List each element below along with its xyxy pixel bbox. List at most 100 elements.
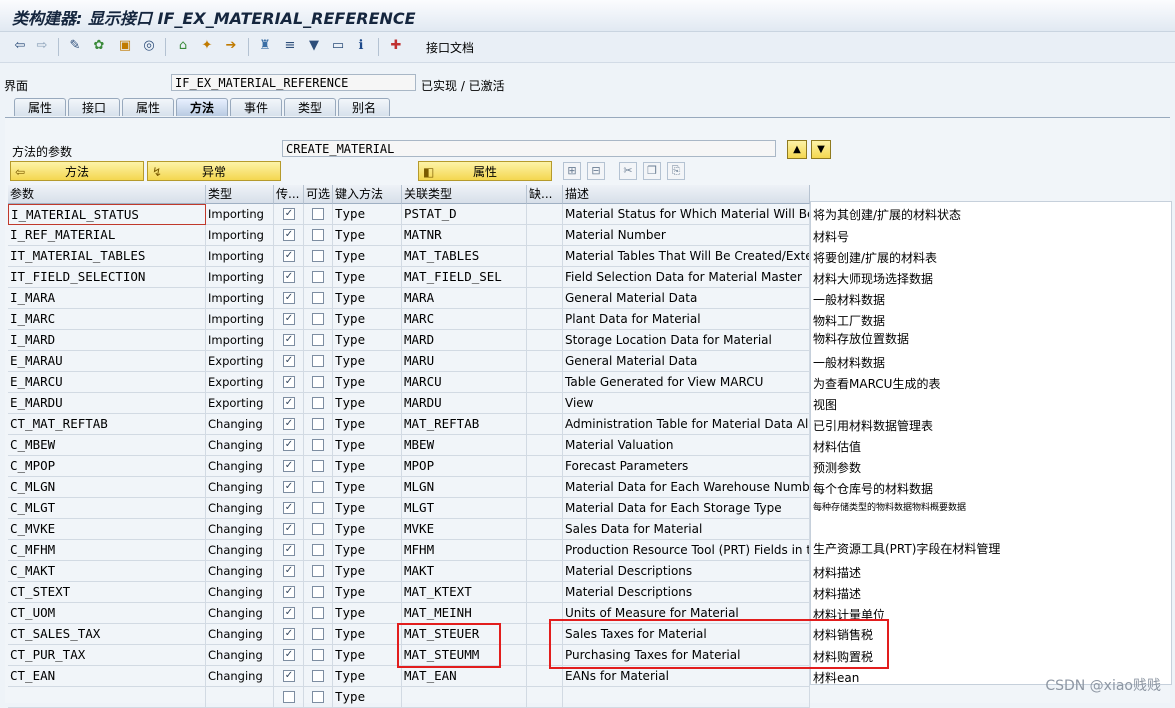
param-cell[interactable]: C_MFHM bbox=[8, 540, 206, 561]
param-cell[interactable]: CT_STEXT bbox=[8, 582, 206, 603]
tab-attributes[interactable]: 属性 bbox=[14, 98, 66, 116]
table-row[interactable]: C_MLGN Changing ✓ Type MLGN Material Data for… bbox=[8, 477, 810, 498]
description-cell[interactable]: Administration Table for Material Data A… bbox=[563, 414, 810, 435]
cut-icon[interactable]: ✂ bbox=[619, 162, 637, 180]
copy-icon[interactable]: ❐ bbox=[643, 162, 661, 180]
info-icon[interactable]: ℹ bbox=[352, 37, 370, 55]
pass-by-value-checkbox[interactable]: ✓ bbox=[283, 229, 295, 241]
type-cell[interactable]: Changing bbox=[206, 540, 274, 561]
optional-checkbox[interactable] bbox=[312, 208, 324, 220]
ref-type-cell[interactable]: MARD bbox=[402, 330, 527, 351]
optional-checkbox[interactable] bbox=[312, 292, 324, 304]
typing-cell[interactable]: Type bbox=[333, 267, 402, 288]
tab-events[interactable]: 事件 bbox=[230, 98, 282, 116]
param-cell[interactable]: C_MLGN bbox=[8, 477, 206, 498]
table-row[interactable]: C_MFHM Changing ✓ Type MFHM Production Resour… bbox=[8, 540, 810, 561]
ref-type-cell[interactable]: MARC bbox=[402, 309, 527, 330]
optional-checkbox[interactable] bbox=[312, 250, 324, 262]
typing-cell[interactable]: Type bbox=[333, 477, 402, 498]
param-cell[interactable]: C_MPOP bbox=[8, 456, 206, 477]
typing-cell[interactable]: Type bbox=[333, 540, 402, 561]
table-row[interactable]: C_MAKT Changing ✓ Type MAKT Material Descript… bbox=[8, 561, 810, 582]
param-cell[interactable]: I_MARC bbox=[8, 309, 206, 330]
default-cell[interactable] bbox=[527, 351, 563, 372]
type-cell[interactable]: Changing bbox=[206, 645, 274, 666]
ref-type-cell[interactable]: MAT_TABLES bbox=[402, 246, 527, 267]
optional-checkbox[interactable] bbox=[312, 397, 324, 409]
param-cell[interactable]: I_MATERIAL_STATUS bbox=[8, 204, 206, 225]
param-cell[interactable]: C_MAKT bbox=[8, 561, 206, 582]
type-cell[interactable]: Changing bbox=[206, 435, 274, 456]
col-header-typing-method[interactable]: 键入方法 bbox=[333, 185, 402, 204]
typing-cell[interactable]: Type bbox=[333, 561, 402, 582]
ref-type-cell[interactable]: MARCU bbox=[402, 372, 527, 393]
methods-button[interactable]: ⇦ 方法 bbox=[10, 161, 144, 181]
optional-checkbox[interactable] bbox=[312, 565, 324, 577]
default-cell[interactable] bbox=[527, 393, 563, 414]
optional-checkbox[interactable] bbox=[312, 481, 324, 493]
forward-icon[interactable]: ⇨ bbox=[33, 37, 51, 55]
default-cell[interactable] bbox=[527, 477, 563, 498]
default-cell[interactable] bbox=[527, 267, 563, 288]
param-cell[interactable] bbox=[8, 687, 206, 708]
tab-types[interactable]: 类型 bbox=[284, 98, 336, 116]
activate-icon[interactable]: ▣ bbox=[116, 37, 134, 55]
default-cell[interactable] bbox=[527, 330, 563, 351]
typing-cell[interactable]: Type bbox=[333, 288, 402, 309]
table-row[interactable]: E_MARDU Exporting ✓ Type MARDU View bbox=[8, 393, 810, 414]
typing-cell[interactable]: Type bbox=[333, 666, 402, 687]
type-cell[interactable]: Importing bbox=[206, 288, 274, 309]
type-cell[interactable]: Exporting bbox=[206, 393, 274, 414]
type-cell[interactable]: Changing bbox=[206, 477, 274, 498]
optional-checkbox[interactable] bbox=[312, 649, 324, 661]
table-row[interactable]: CT_STEXT Changing ✓ Type MAT_KTEXT Material D… bbox=[8, 582, 810, 603]
ref-type-cell[interactable]: MARDU bbox=[402, 393, 527, 414]
param-cell[interactable]: IT_FIELD_SELECTION bbox=[8, 267, 206, 288]
typing-cell[interactable]: Type bbox=[333, 645, 402, 666]
ref-type-cell[interactable]: MATNR bbox=[402, 225, 527, 246]
description-cell[interactable]: Field Selection Data for Material Master bbox=[563, 267, 810, 288]
pass-by-value-checkbox[interactable]: ✓ bbox=[283, 292, 295, 304]
typing-cell[interactable]: Type bbox=[333, 246, 402, 267]
description-cell[interactable]: Material Status for Which Material Will … bbox=[563, 204, 810, 225]
table-row[interactable]: C_MPOP Changing ✓ Type MPOP Forecast Paramete… bbox=[8, 456, 810, 477]
method-name-field[interactable]: CREATE_MATERIAL bbox=[282, 140, 776, 157]
default-cell[interactable] bbox=[527, 456, 563, 477]
default-cell[interactable] bbox=[527, 246, 563, 267]
ref-type-cell[interactable]: MAT_REFTAB bbox=[402, 414, 527, 435]
optional-checkbox[interactable] bbox=[312, 418, 324, 430]
default-cell[interactable] bbox=[527, 225, 563, 246]
description-cell[interactable]: View bbox=[563, 393, 810, 414]
pass-by-value-checkbox[interactable]: ✓ bbox=[283, 649, 295, 661]
optional-checkbox[interactable] bbox=[312, 586, 324, 598]
pass-by-value-checkbox[interactable]: ✓ bbox=[283, 502, 295, 514]
optional-checkbox[interactable] bbox=[312, 313, 324, 325]
typing-cell[interactable]: Type bbox=[333, 309, 402, 330]
default-cell[interactable] bbox=[527, 288, 563, 309]
typing-cell[interactable]: Type bbox=[333, 456, 402, 477]
description-cell[interactable]: Material Descriptions bbox=[563, 582, 810, 603]
table-row[interactable]: E_MARAU Exporting ✓ Type MARU General Materia… bbox=[8, 351, 810, 372]
tab-properties[interactable]: 属性 bbox=[122, 98, 174, 116]
pass-by-value-checkbox[interactable]: ✓ bbox=[283, 355, 295, 367]
type-cell[interactable]: Exporting bbox=[206, 351, 274, 372]
param-cell[interactable]: E_MARCU bbox=[8, 372, 206, 393]
pass-by-value-checkbox[interactable]: ✓ bbox=[283, 523, 295, 535]
tab-methods[interactable]: 方法 bbox=[176, 98, 228, 116]
optional-checkbox[interactable] bbox=[312, 334, 324, 346]
ref-type-cell[interactable]: MVKE bbox=[402, 519, 527, 540]
ref-type-cell[interactable]: MARU bbox=[402, 351, 527, 372]
ref-type-cell[interactable]: PSTAT_D bbox=[402, 204, 527, 225]
table-row[interactable]: I_MARD Importing ✓ Type MARD Storage Location… bbox=[8, 330, 810, 351]
where-used-icon[interactable]: ◎ bbox=[140, 37, 158, 55]
typing-cell[interactable]: Type bbox=[333, 225, 402, 246]
default-cell[interactable] bbox=[527, 687, 563, 708]
ref-type-cell[interactable]: MAT_EAN bbox=[402, 666, 527, 687]
optional-checkbox[interactable] bbox=[312, 229, 324, 241]
pass-by-value-checkbox[interactable]: ✓ bbox=[283, 607, 295, 619]
sort-icon[interactable]: ≡ bbox=[281, 37, 299, 55]
ref-type-cell[interactable]: MAT_FIELD_SEL bbox=[402, 267, 527, 288]
pass-by-value-checkbox[interactable]: ✓ bbox=[283, 250, 295, 262]
type-cell[interactable]: Importing bbox=[206, 246, 274, 267]
display-change-icon[interactable]: ✎ bbox=[66, 37, 84, 55]
